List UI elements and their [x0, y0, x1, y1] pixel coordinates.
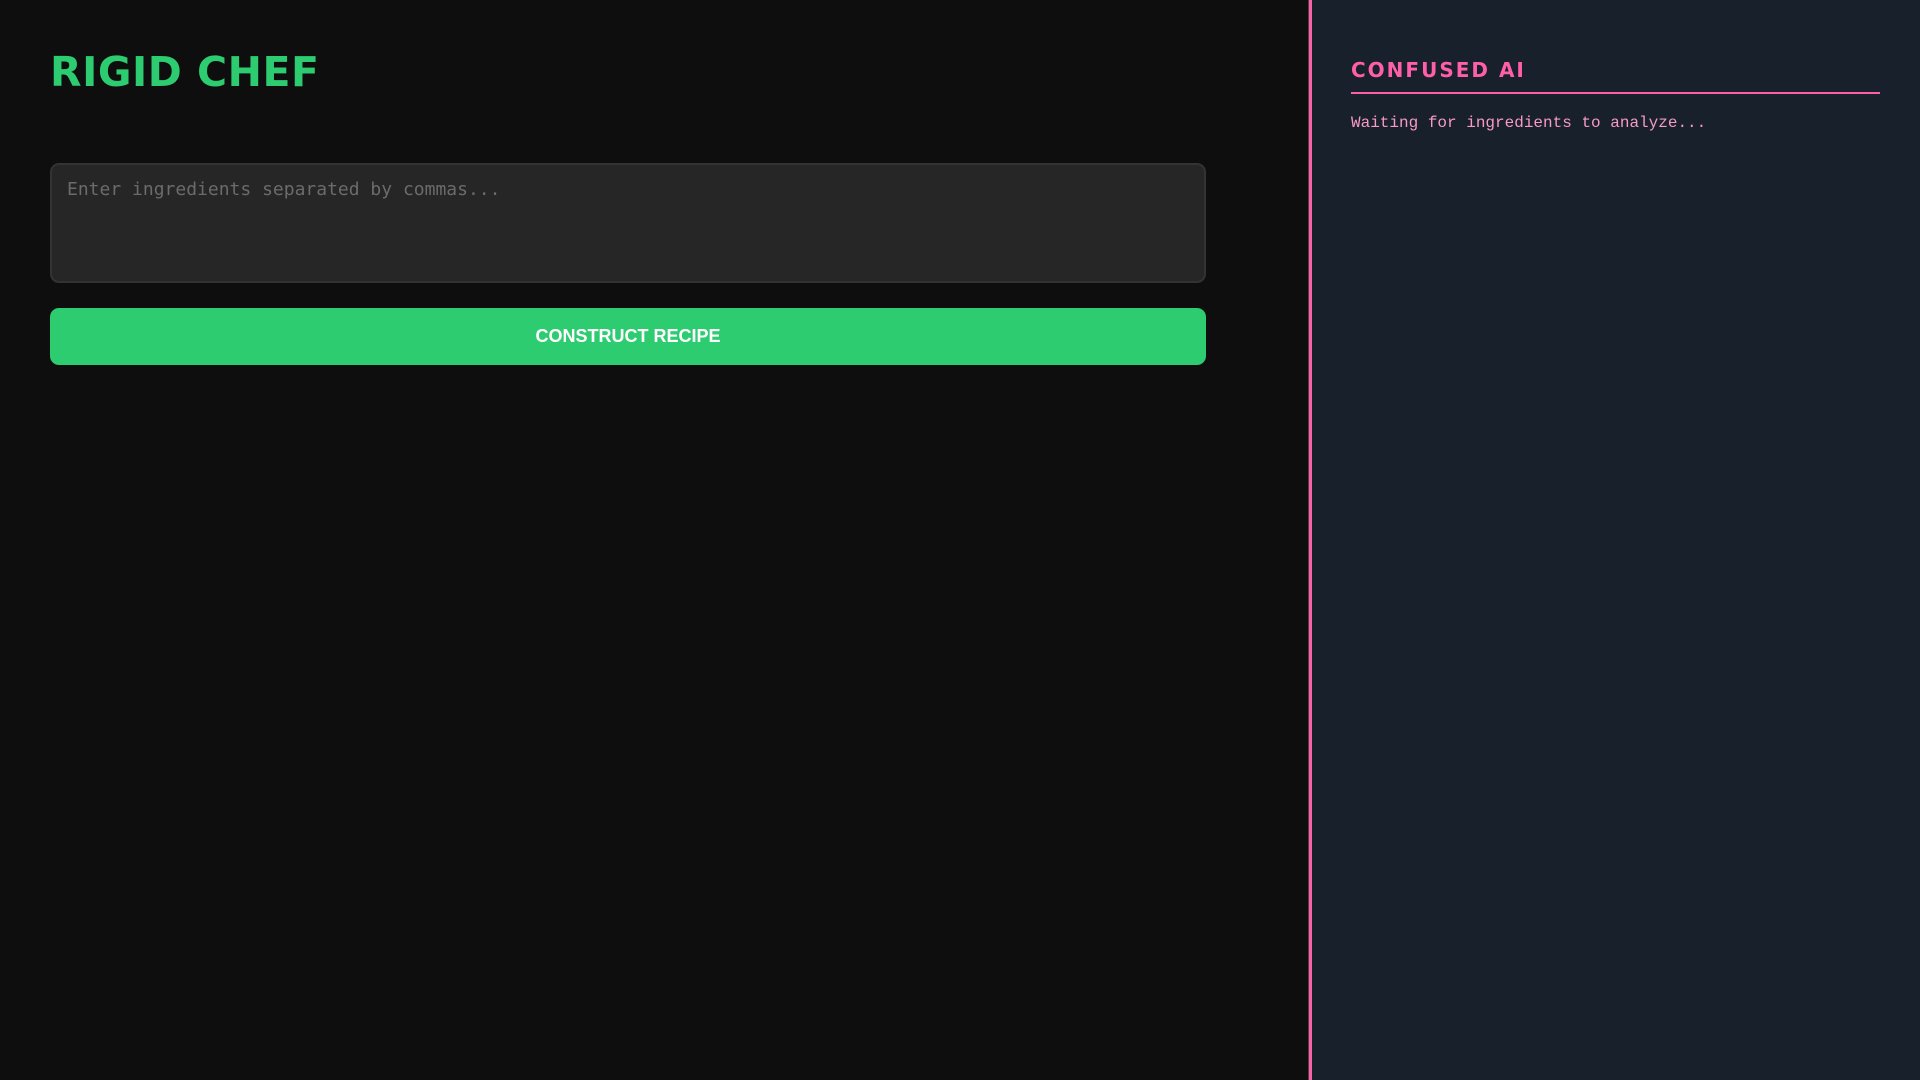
ingredients-input[interactable] — [50, 163, 1206, 283]
app: RIGID CHEF CONSTRUCT RECIPE CONFUSED AI … — [0, 0, 1920, 1080]
construct-recipe-button[interactable]: CONSTRUCT RECIPE — [50, 308, 1206, 365]
app-title: RIGID CHEF — [50, 48, 320, 96]
confused-ai-panel: CONFUSED AI Waiting for ingredients to a… — [1309, 0, 1920, 1080]
panel-title: CONFUSED AI — [1351, 0, 1880, 94]
status-text: Waiting for ingredients to analyze... — [1351, 114, 1707, 132]
rigid-chef-panel: RIGID CHEF CONSTRUCT RECIPE — [0, 0, 1309, 1080]
